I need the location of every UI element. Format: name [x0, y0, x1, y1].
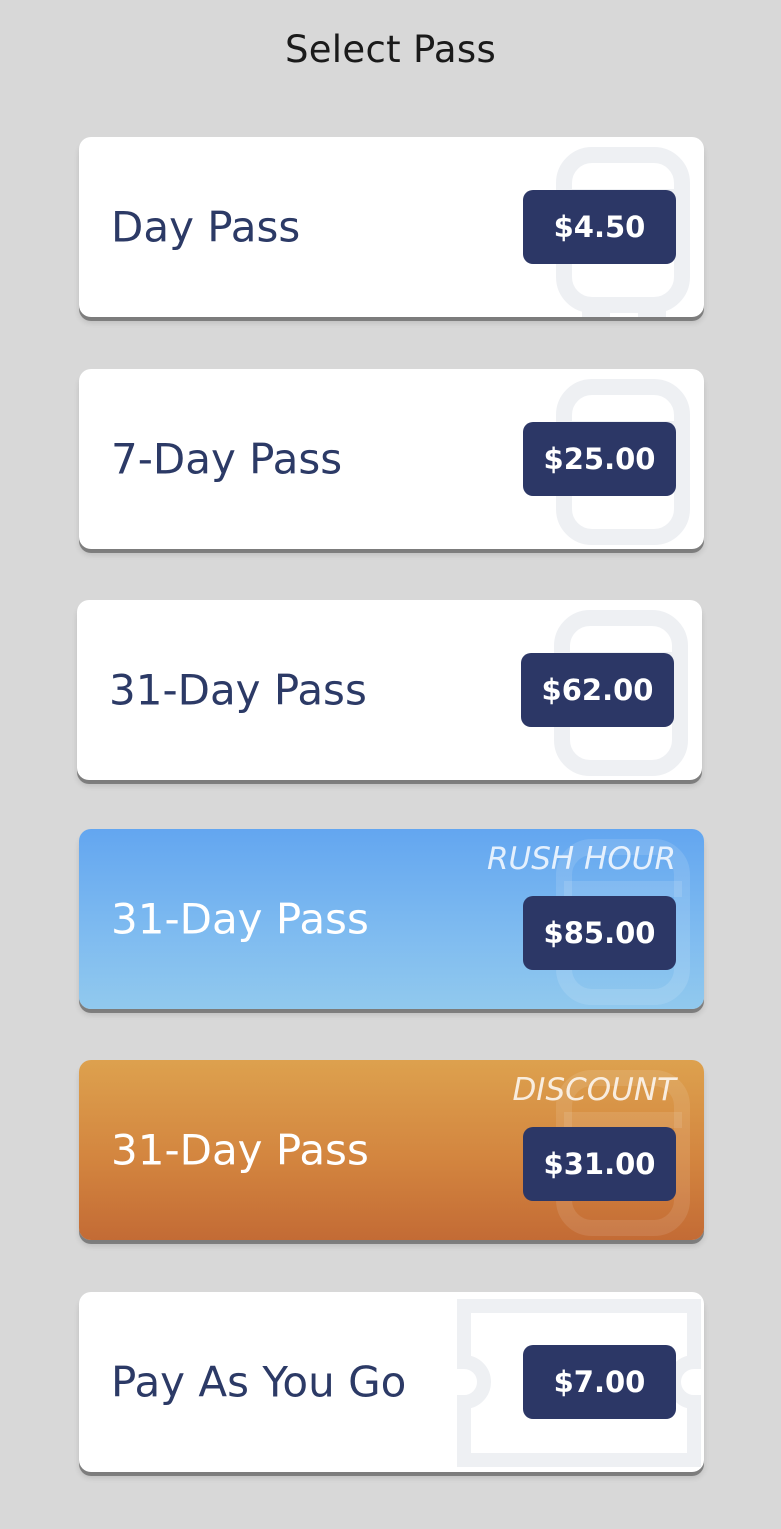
pass-card-31-day-discount[interactable]: DISCOUNT 31-Day Pass $31.00 [79, 1060, 704, 1240]
rush-hour-tag: RUSH HOUR [486, 841, 676, 877]
price-badge[interactable]: $7.00 [523, 1345, 676, 1419]
pass-card-day-pass[interactable]: Day Pass $4.50 [79, 137, 704, 317]
pass-card-7-day-pass[interactable]: 7-Day Pass $25.00 [79, 369, 704, 549]
discount-tag: DISCOUNT [512, 1072, 676, 1108]
page-title: Select Pass [284, 28, 497, 71]
pass-card-31-day-pass[interactable]: 31-Day Pass $62.00 [77, 600, 702, 780]
pass-name: 31-Day Pass [109, 665, 367, 715]
pass-card-pay-as-you-go[interactable]: Pay As You Go $7.00 [79, 1292, 704, 1472]
price-badge[interactable]: $62.00 [521, 653, 674, 727]
price-badge[interactable]: $31.00 [523, 1127, 676, 1202]
price-badge[interactable]: $85.00 [523, 896, 676, 971]
pass-name: 7-Day Pass [111, 434, 343, 484]
pass-name: Day Pass [111, 202, 301, 252]
price-badge[interactable]: $4.50 [523, 190, 676, 264]
pass-name: 31-Day Pass [111, 894, 369, 944]
pass-name: 31-Day Pass [111, 1125, 369, 1175]
pass-name: Pay As You Go [111, 1357, 407, 1407]
price-badge[interactable]: $25.00 [523, 422, 676, 496]
pass-card-31-day-rush-hour[interactable]: RUSH HOUR 31-Day Pass $85.00 [79, 829, 704, 1009]
